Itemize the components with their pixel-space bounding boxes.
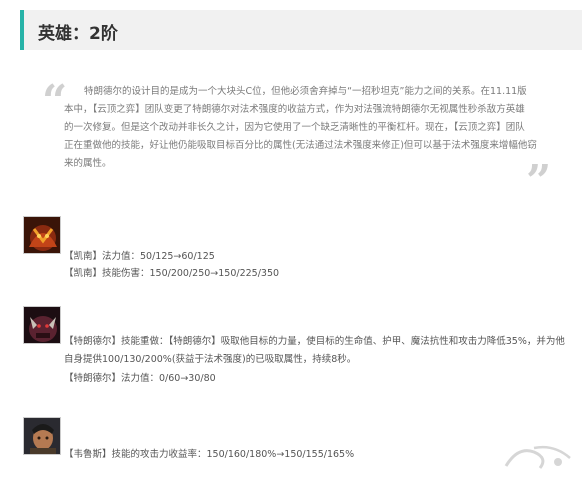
- trundle-rework-line: 自身提供100/130/200%(获益于法术强度)的已吸取属性，持续8秒。: [64, 354, 357, 365]
- kennen-portrait-icon: [23, 216, 61, 254]
- trundle-portrait-icon: [23, 306, 61, 344]
- kennen-mana-line: 【凯南】法力值：50/125→60/125: [64, 251, 215, 262]
- quote-line: 的一次修复。但是这个改动并非长久之计，因为它使用了一个缺乏清晰性的平衡杠杆。现在…: [64, 122, 525, 133]
- close-quote-icon: ”: [526, 156, 552, 207]
- trundle-rework-text: 【特朗德尔】技能重做：【特朗德尔】吸取他目标的力量，使目标的生命值、护甲、魔法抗…: [64, 333, 584, 369]
- quote-line: 正在重做他的技能，好让他仍能吸取目标百分比的属性(无法通过法术强度来修正)但可以…: [64, 140, 537, 151]
- varus-portrait-icon: [23, 417, 61, 455]
- watermark-logo: [504, 444, 574, 476]
- section-title: 英雄：2阶: [38, 24, 118, 44]
- section-header: 英雄：2阶: [20, 10, 582, 50]
- varus-ad-ratio-line: 【韦鲁斯】技能的攻击力收益率：150/160/180%→150/155/165%: [64, 449, 355, 460]
- kennen-damage-line: 【凯南】技能伤害：150/200/250→150/225/350: [64, 268, 280, 279]
- quote-line: 特朗德尔的设计目的是成为一个大块头C位，但他必须舍弃掉与“一招秒坦克”能力之间的…: [84, 86, 527, 97]
- quote-line: 来的属性。: [64, 158, 112, 169]
- quote-line: 本中，【云顶之弈】团队变更了特朗德尔对法术强度的收益方式，作为对法强流特朗德尔无…: [64, 104, 525, 115]
- trundle-rework-line: 【特朗德尔】技能重做：【特朗德尔】吸取他目标的力量，使目标的生命值、护甲、魔法抗…: [64, 336, 565, 347]
- trundle-mana-line: 【特朗德尔】法力值：0/60→30/80: [64, 373, 216, 384]
- quote-block: 特朗德尔的设计目的是成为一个大块头C位，但他必须舍弃掉与“一招秒坦克”能力之间的…: [64, 83, 537, 173]
